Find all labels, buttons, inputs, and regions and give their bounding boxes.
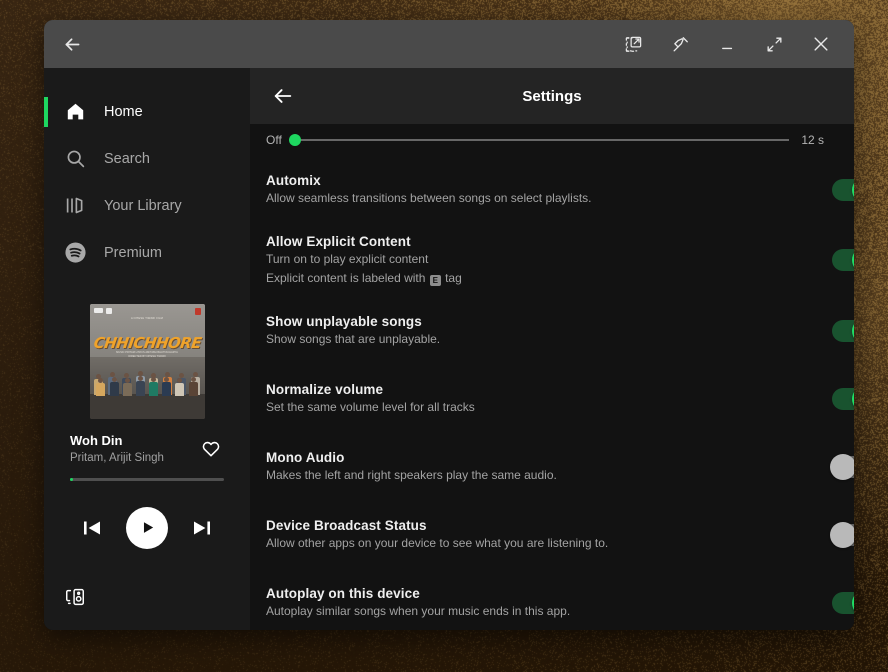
crossfade-slider-row: Off 12 s	[250, 124, 854, 156]
toggle-knob	[852, 386, 854, 412]
window-back-button[interactable]	[54, 27, 90, 61]
setting-row-automix: Automix Allow seamless transitions betwe…	[250, 156, 854, 224]
playback-progress-bar[interactable]	[70, 478, 224, 481]
setting-row-mono-audio: Mono Audio Makes the left and right spea…	[250, 433, 854, 501]
now-playing-panel: A NITESH TIWARI FILM CHHICHHORE MUSIC PR…	[44, 276, 250, 549]
window-titlebar	[44, 20, 854, 68]
sidebar-item-label: Your Library	[104, 198, 182, 214]
artwork-people-front-row	[96, 348, 197, 396]
sidebar-item-label: Search	[104, 151, 150, 167]
spotify-icon	[64, 241, 87, 264]
home-icon	[64, 100, 87, 123]
show-unplayable-songs-toggle[interactable]	[832, 320, 854, 342]
picture-in-picture-icon[interactable]	[615, 27, 651, 61]
library-icon	[64, 194, 87, 217]
album-artwork[interactable]: A NITESH TIWARI FILM CHHICHHORE MUSIC PR…	[90, 304, 205, 419]
setting-description: Show songs that are unplayable.	[266, 332, 796, 348]
crossfade-min-label: Off	[266, 133, 282, 147]
setting-row-device-broadcast-status: Device Broadcast Status Allow other apps…	[250, 501, 854, 569]
setting-title: Show unplayable songs	[266, 314, 796, 329]
track-title: Woh Din	[70, 433, 198, 450]
sidebar-item-home[interactable]: Home	[44, 88, 250, 135]
device-broadcast-status-toggle[interactable]	[832, 524, 854, 546]
toggle-knob	[830, 454, 854, 480]
track-artist: Pritam, Arijit Singh	[70, 452, 198, 464]
window-body: Home Search Your Library Premium A NITES…	[44, 68, 854, 630]
sidebar-nav: Home Search Your Library Premium	[44, 68, 250, 276]
play-button[interactable]	[126, 507, 168, 549]
sidebar: Home Search Your Library Premium A NITES…	[44, 68, 250, 630]
setting-description-explicit-tag: Explicit content is labeled with E tag	[266, 271, 796, 287]
connect-to-device-icon[interactable]	[62, 584, 88, 610]
sidebar-item-label: Premium	[104, 245, 162, 261]
skip-previous-icon[interactable]	[80, 516, 104, 540]
setting-title: Normalize volume	[266, 382, 796, 397]
page-title: Settings	[250, 88, 854, 105]
crossfade-slider[interactable]	[294, 139, 790, 141]
desktop-background: Home Search Your Library Premium A NITES…	[0, 0, 888, 672]
automix-toggle[interactable]	[832, 179, 854, 201]
spotify-window: Home Search Your Library Premium A NITES…	[44, 20, 854, 630]
close-icon[interactable]	[803, 27, 839, 61]
setting-row-allow-explicit-content: Allow Explicit Content Turn on to play e…	[250, 224, 854, 297]
autoplay-on-this-device-toggle[interactable]	[832, 592, 854, 614]
playback-controls	[70, 507, 224, 549]
crossfade-slider-knob[interactable]	[289, 134, 301, 146]
crossfade-max-label: 12 s	[801, 133, 824, 147]
settings-list[interactable]: Off 12 s Automix Allow seamless transiti…	[250, 124, 854, 630]
settings-back-button[interactable]	[268, 81, 298, 111]
playback-progress-fill	[70, 478, 73, 481]
skip-next-icon[interactable]	[190, 516, 214, 540]
setting-row-autoplay-on-this-device: Autoplay on this device Autoplay similar…	[250, 569, 854, 630]
normalize-volume-toggle[interactable]	[832, 388, 854, 410]
track-info: Woh Din Pritam, Arijit Singh	[70, 433, 224, 464]
setting-row-show-unplayable-songs: Show unplayable songs Show songs that ar…	[250, 297, 854, 365]
artwork-floor	[90, 394, 205, 419]
toggle-knob	[830, 522, 854, 548]
setting-title: Mono Audio	[266, 450, 796, 465]
artwork-badge-left	[94, 308, 103, 313]
setting-title: Device Broadcast Status	[266, 518, 796, 533]
artwork-badge-right	[195, 308, 201, 315]
sidebar-item-your-library[interactable]: Your Library	[44, 182, 250, 229]
device-bar	[44, 584, 250, 630]
setting-row-normalize-volume: Normalize volume Set the same volume lev…	[250, 365, 854, 433]
maximize-icon[interactable]	[756, 27, 792, 61]
setting-description: Makes the left and right speakers play t…	[266, 468, 796, 484]
toggle-knob	[852, 247, 854, 273]
setting-description: Set the same volume level for all tracks	[266, 400, 796, 416]
setting-description: Turn on to play explicit content	[266, 252, 796, 268]
heart-icon[interactable]	[198, 435, 224, 461]
setting-description: Autoplay similar songs when your music e…	[266, 604, 796, 620]
setting-title: Automix	[266, 173, 796, 188]
artwork-badge-left-2	[106, 308, 112, 314]
search-icon	[64, 147, 87, 170]
sidebar-item-search[interactable]: Search	[44, 135, 250, 182]
allow-explicit-content-toggle[interactable]	[832, 249, 854, 271]
settings-header: Settings	[250, 68, 854, 124]
toggle-knob	[852, 177, 854, 203]
settings-panel: Settings Off 12 s Automix Allow seamless…	[250, 68, 854, 630]
explicit-tag-badge: E	[430, 275, 441, 286]
toggle-knob	[852, 590, 854, 616]
mono-audio-toggle[interactable]	[832, 456, 854, 478]
setting-title: Autoplay on this device	[266, 586, 796, 601]
pin-icon[interactable]	[662, 27, 698, 61]
toggle-knob	[852, 318, 854, 344]
setting-title: Allow Explicit Content	[266, 234, 796, 249]
setting-description: Allow seamless transitions between songs…	[266, 191, 796, 207]
setting-description: Allow other apps on your device to see w…	[266, 536, 796, 552]
sidebar-item-label: Home	[104, 104, 143, 120]
explicit-desc-pre: Explicit content is labeled with	[266, 271, 429, 285]
sidebar-item-premium[interactable]: Premium	[44, 229, 250, 276]
artwork-credits-top: A NITESH TIWARI FILM	[90, 317, 205, 320]
explicit-desc-post: tag	[442, 271, 462, 285]
minimize-icon[interactable]	[709, 27, 745, 61]
